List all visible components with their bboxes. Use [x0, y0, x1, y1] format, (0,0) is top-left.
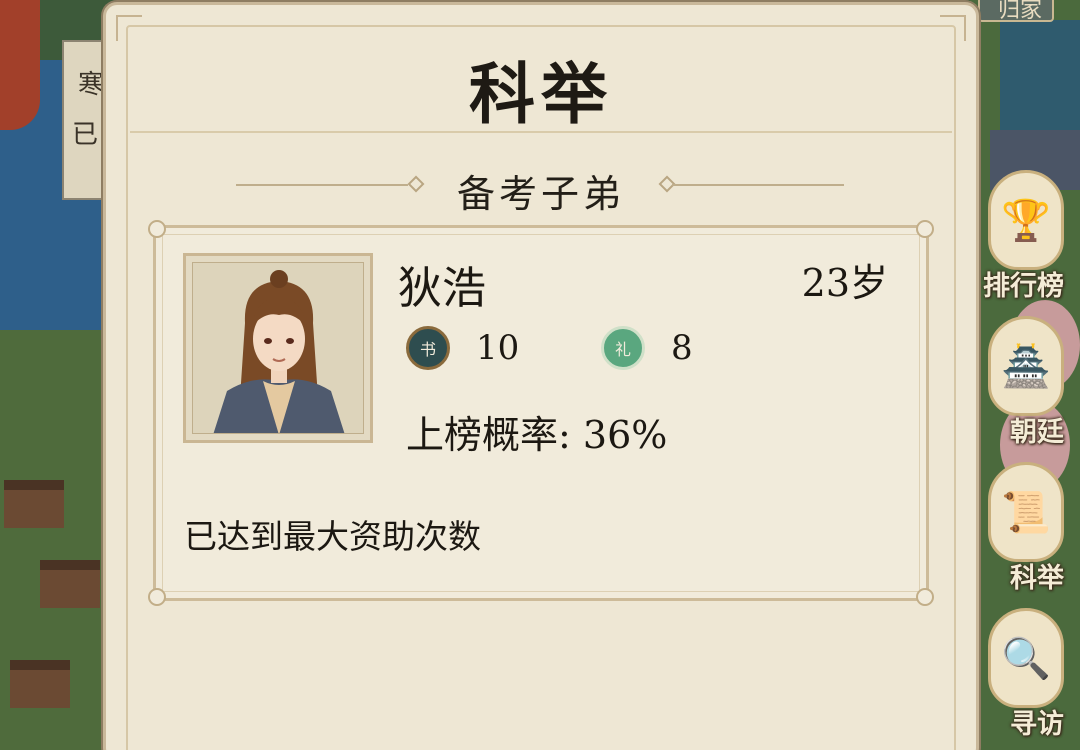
section-title: 备考子弟 — [456, 172, 625, 216]
pass-probability: 上榜概率: 36% — [406, 404, 667, 459]
title-divider — [130, 131, 952, 133]
menu-item-visit[interactable]: 🔍 寻访 — [988, 608, 1070, 740]
probability-label: 上榜概率: — [406, 413, 571, 457]
rite-value: 8 — [671, 328, 693, 368]
scroll-book-icon: 📜 — [988, 462, 1064, 562]
divider-line — [672, 184, 844, 186]
maple-tree — [0, 0, 40, 130]
student-age: 23岁 — [801, 261, 888, 305]
book-value: 10 — [476, 328, 520, 368]
menu-item-court[interactable]: 🏯 朝廷 — [988, 316, 1070, 448]
village-hut — [10, 660, 70, 708]
curl-ornament — [148, 588, 166, 606]
curl-ornament — [916, 588, 934, 606]
student-portrait — [192, 262, 364, 434]
palace-icon: 🏯 — [988, 316, 1064, 416]
max-sponsor-message: 已达到最大资助次数 — [184, 517, 481, 556]
student-name: 狄浩 — [398, 263, 486, 314]
book-icon: 书 — [406, 326, 450, 370]
notice-char-1: 寒 — [78, 70, 105, 100]
curl-ornament — [148, 220, 166, 238]
notice-char-2: 已 — [72, 120, 99, 150]
jade-rite-icon: 礼 — [601, 326, 645, 370]
probability-value: 36% — [582, 413, 668, 457]
curl-ornament — [916, 220, 934, 238]
exam-panel: 科举 备考子弟 狄浩 23岁 书 10 礼 8 上榜概率: 36% 已达到最大资… — [103, 2, 979, 750]
go-home-button[interactable]: 归家 — [978, 0, 1054, 23]
student-portrait-frame[interactable] — [183, 253, 373, 443]
go-home-label: 归家 — [998, 0, 1043, 23]
corner-ornament — [940, 15, 966, 41]
trophy-icon: 🏆 — [988, 170, 1064, 270]
menu-label-exam: 科举 — [1010, 563, 1064, 594]
village-hut — [40, 560, 100, 608]
scholar-avatar-icon — [213, 270, 345, 433]
section-header: 备考子弟 — [106, 163, 976, 216]
menu-label-ranking: 排行榜 — [983, 271, 1064, 302]
menu-label-visit: 寻访 — [1010, 709, 1064, 740]
panel-title: 科举 — [469, 55, 613, 133]
village-hut — [4, 480, 64, 528]
magnifier-icon: 🔍 — [988, 608, 1064, 708]
student-card[interactable]: 狄浩 23岁 书 10 礼 8 上榜概率: 36% 已达到最大资助次数 — [148, 220, 934, 606]
menu-item-exam[interactable]: 📜 科举 — [988, 462, 1070, 594]
menu-item-ranking[interactable]: 🏆 排行榜 — [983, 170, 1070, 302]
menu-label-court: 朝廷 — [1010, 417, 1064, 448]
corner-ornament — [116, 15, 142, 41]
